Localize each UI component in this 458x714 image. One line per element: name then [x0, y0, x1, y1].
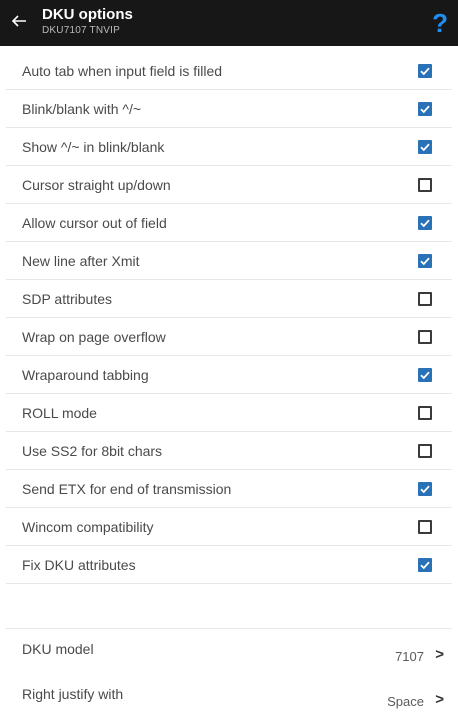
option-row[interactable]: Wincom compatibility	[6, 508, 452, 546]
checkbox-unchecked[interactable]	[418, 292, 432, 306]
app-bar: DKU options DKU7107 TNVIP ?	[0, 0, 458, 46]
option-label: Allow cursor out of field	[22, 215, 167, 231]
options-list: Auto tab when input field is filled Blink…	[6, 52, 452, 584]
checkbox-unchecked[interactable]	[418, 178, 432, 192]
option-label: ROLL mode	[22, 405, 97, 421]
checkbox-unchecked[interactable]	[418, 330, 432, 344]
option-row[interactable]: Wraparound tabbing	[6, 356, 452, 394]
option-label: Wincom compatibility	[22, 519, 154, 535]
checkbox-unchecked[interactable]	[418, 406, 432, 420]
option-label: Auto tab when input field is filled	[22, 63, 223, 79]
option-label: Wrap on page overflow	[22, 329, 166, 345]
checkbox-checked[interactable]	[418, 216, 432, 230]
page-subtitle: DKU7107 TNVIP	[42, 25, 121, 36]
option-label: Blink/blank with ^/~	[22, 101, 142, 117]
checkbox-checked[interactable]	[418, 64, 432, 78]
dku-model-setting[interactable]: DKU model 7107 >	[6, 633, 452, 669]
checkbox-unchecked[interactable]	[418, 444, 432, 458]
right-justify-value: Space	[387, 694, 424, 709]
checkbox-unchecked[interactable]	[418, 520, 432, 534]
option-row[interactable]: ROLL mode	[6, 394, 452, 432]
title-block: DKU options DKU7107 TNVIP	[42, 6, 133, 37]
right-justify-label: Right justify with	[22, 686, 124, 702]
option-row[interactable]: Show ^/~ in blink/blank	[6, 128, 452, 166]
dku-model-value: 7107	[395, 649, 424, 664]
checkbox-checked[interactable]	[418, 140, 432, 154]
option-row[interactable]: Cursor straight up/down	[6, 166, 452, 204]
option-row[interactable]: Use SS2 for 8bit chars	[6, 432, 452, 470]
checkbox-checked[interactable]	[418, 254, 432, 268]
option-label: Send ETX for end of transmission	[22, 481, 232, 497]
option-label: SDP attributes	[22, 291, 113, 307]
option-label: Cursor straight up/down	[22, 177, 171, 193]
checkbox-checked[interactable]	[418, 482, 432, 496]
checkbox-checked[interactable]	[418, 368, 432, 382]
option-row[interactable]: Blink/blank with ^/~	[6, 90, 452, 128]
help-icon[interactable]: ?	[432, 9, 448, 37]
option-row[interactable]: Wrap on page overflow	[6, 318, 452, 356]
option-label: Wraparound tabbing	[22, 367, 149, 383]
option-row[interactable]: Allow cursor out of field	[6, 204, 452, 242]
page-title: DKU options	[42, 6, 133, 23]
chevron-right-icon: >	[435, 691, 444, 708]
option-label: Use SS2 for 8bit chars	[22, 443, 163, 459]
right-justify-setting[interactable]: Right justify with Space >	[6, 678, 452, 714]
option-row[interactable]: SDP attributes	[6, 280, 452, 318]
option-row[interactable]: Fix DKU attributes	[6, 546, 452, 584]
chevron-right-icon: >	[435, 646, 444, 663]
option-row[interactable]: Auto tab when input field is filled	[6, 52, 452, 90]
checkbox-checked[interactable]	[418, 558, 432, 572]
option-label: Show ^/~ in blink/blank	[22, 139, 165, 155]
checkbox-checked[interactable]	[418, 102, 432, 116]
back-arrow-icon[interactable]	[10, 12, 28, 30]
option-row[interactable]: Send ETX for end of transmission	[6, 470, 452, 508]
option-label: New line after Xmit	[22, 253, 140, 269]
dku-model-label: DKU model	[22, 641, 94, 657]
option-label: Fix DKU attributes	[22, 557, 136, 573]
option-row[interactable]: New line after Xmit	[6, 242, 452, 280]
divider	[6, 628, 452, 629]
